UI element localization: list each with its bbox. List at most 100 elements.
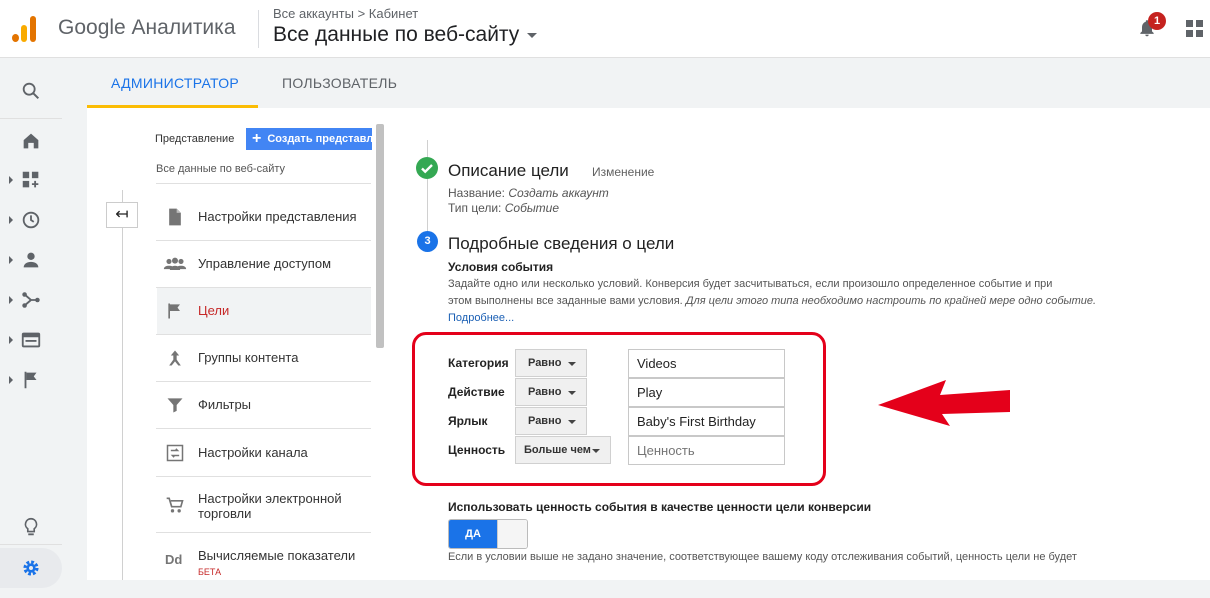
back-button[interactable]: ↤ (106, 202, 138, 228)
menu-item-label: Настройки канала (198, 445, 308, 460)
learn-more-link[interactable]: Подробнее... (448, 312, 514, 324)
header-divider (258, 10, 259, 48)
event-conditions-description: Задайте одно или несколько условий. Конв… (448, 276, 1098, 310)
operator-value: Больше чем (524, 444, 591, 456)
behavior-icon[interactable] (20, 329, 42, 351)
admin-tabs: АДМИНИСТРАТОР ПОЛЬЗОВАТЕЛЬ (62, 58, 1210, 108)
notification-badge: 1 (1148, 12, 1166, 30)
left-nav (0, 58, 62, 598)
document-icon (169, 208, 181, 226)
condition-value-category[interactable] (628, 349, 785, 378)
event-value-footnote: Если в условии выше не задано значение, … (448, 551, 1077, 563)
column-scrollbar[interactable] (376, 124, 384, 348)
step-number-badge: 3 (417, 231, 438, 252)
view-column-label: Представление (155, 133, 235, 145)
search-icon[interactable] (20, 80, 42, 102)
goal-name-row: Название: Создать аккаунт (448, 186, 609, 200)
condition-value-action[interactable] (628, 378, 785, 407)
tab-user[interactable]: ПОЛЬЗОВАТЕЛЬ (282, 75, 397, 91)
menu-item-label: Фильтры (198, 397, 252, 412)
audience-person-icon[interactable] (20, 249, 42, 271)
plus-icon: + (252, 130, 262, 147)
condition-operator-label[interactable]: Равно (515, 407, 587, 435)
cart-icon (166, 497, 184, 513)
step-complete-check-icon (416, 157, 438, 179)
goal-name-value: Создать аккаунт (508, 186, 609, 200)
expand-arrow-icon[interactable] (9, 176, 13, 184)
nav-divider (0, 544, 62, 545)
goal-name-label: Название: (448, 186, 505, 200)
step-connector-line (427, 179, 428, 231)
menu-item-channel-settings[interactable]: Настройки канала (157, 430, 371, 476)
operator-value: Равно (528, 415, 562, 427)
conversions-flag-icon[interactable] (20, 369, 42, 391)
menu-divider (156, 532, 371, 533)
apps-grid-icon[interactable] (1186, 20, 1204, 38)
expand-arrow-icon[interactable] (9, 376, 13, 384)
home-icon[interactable] (20, 130, 42, 152)
acquisition-icon[interactable] (20, 289, 42, 311)
condition-value-label[interactable] (628, 407, 785, 436)
create-view-button[interactable]: + Создать представл (246, 128, 372, 150)
people-icon (163, 257, 187, 270)
operator-value: Равно (528, 357, 562, 369)
menu-item-label: Настройки представления (198, 209, 357, 224)
lightbulb-icon[interactable] (20, 516, 42, 538)
condition-value-value[interactable] (628, 436, 785, 465)
expand-arrow-icon[interactable] (9, 216, 13, 224)
toggle-on-label: ДА (449, 520, 497, 548)
menu-item-label: Управление доступом (198, 256, 332, 271)
condition-operator-action[interactable]: Равно (515, 378, 587, 406)
condition-operator-value[interactable]: Больше чем (515, 436, 611, 464)
admin-gear-icon[interactable] (20, 557, 42, 579)
analytics-logo-icon[interactable] (12, 14, 40, 42)
tab-administrator[interactable]: АДМИНИСТРАТОР (111, 75, 239, 91)
chevron-down-icon (527, 32, 538, 38)
realtime-clock-icon[interactable] (20, 209, 42, 231)
create-view-label: Создать представл (267, 133, 372, 145)
edit-goal-description-link[interactable]: Изменение (592, 165, 654, 179)
menu-divider (156, 428, 371, 429)
nav-divider (0, 118, 62, 119)
breadcrumb[interactable]: Все аккаунты > Кабинет (273, 6, 418, 21)
expand-arrow-icon[interactable] (9, 296, 13, 304)
condition-label-category: Категория (448, 356, 509, 370)
current-view-selector[interactable]: Все данные по веб-сайту (156, 163, 285, 175)
red-pointer-arrow-icon (878, 380, 1010, 426)
description-text: этом выполнены все заданные вами условия… (448, 295, 683, 307)
group-content-icon (169, 350, 181, 366)
menu-item-content-grouping[interactable]: Группы контента (157, 335, 371, 381)
operator-value: Равно (528, 386, 562, 398)
customization-icon[interactable] (20, 169, 42, 191)
toggle-knob (497, 520, 527, 548)
condition-label-action: Действие (448, 385, 505, 399)
dd-icon: Dd (165, 552, 183, 567)
chevron-down-icon (568, 362, 576, 366)
menu-item-filters[interactable]: Фильтры (157, 382, 371, 428)
menu-item-label: Вычисляемые показатели (198, 548, 356, 563)
menu-item-access-management[interactable]: Управление доступом (157, 241, 371, 287)
description-line-2: этом выполнены все заданные вами условия… (448, 293, 1098, 310)
expand-arrow-icon[interactable] (9, 256, 13, 264)
brand-name[interactable]: Google Аналитика (58, 16, 236, 40)
filter-icon (167, 398, 183, 413)
goal-details-title: Подробные сведения о цели (448, 234, 675, 253)
goal-type-label: Тип цели: (448, 201, 502, 215)
goal-type-row: Тип цели: Событие (448, 201, 559, 215)
beta-badge: БЕТА (198, 567, 222, 577)
view-selector[interactable]: Все данные по веб-сайту (273, 23, 538, 47)
menu-divider (156, 476, 371, 477)
use-event-value-toggle[interactable]: ДА (448, 519, 528, 549)
goal-type-value: Событие (504, 201, 559, 215)
tree-connector-line (122, 190, 123, 580)
menu-divider (156, 183, 371, 184)
goal-description-title: Описание цели (448, 161, 569, 180)
menu-item-goals[interactable]: Цели (157, 288, 371, 334)
menu-item-ecommerce-settings[interactable]: Настройки электронной торговли (157, 480, 371, 532)
menu-item-view-settings[interactable]: Настройки представления (157, 194, 371, 240)
condition-label-value: Ценность (448, 443, 506, 457)
expand-arrow-icon[interactable] (9, 336, 13, 344)
use-event-value-label: Использовать ценность события в качестве… (448, 500, 872, 514)
menu-item-calculated-metrics[interactable]: Dd Вычисляемые показатели БЕТА (157, 535, 371, 581)
condition-operator-category[interactable]: Равно (515, 349, 587, 377)
